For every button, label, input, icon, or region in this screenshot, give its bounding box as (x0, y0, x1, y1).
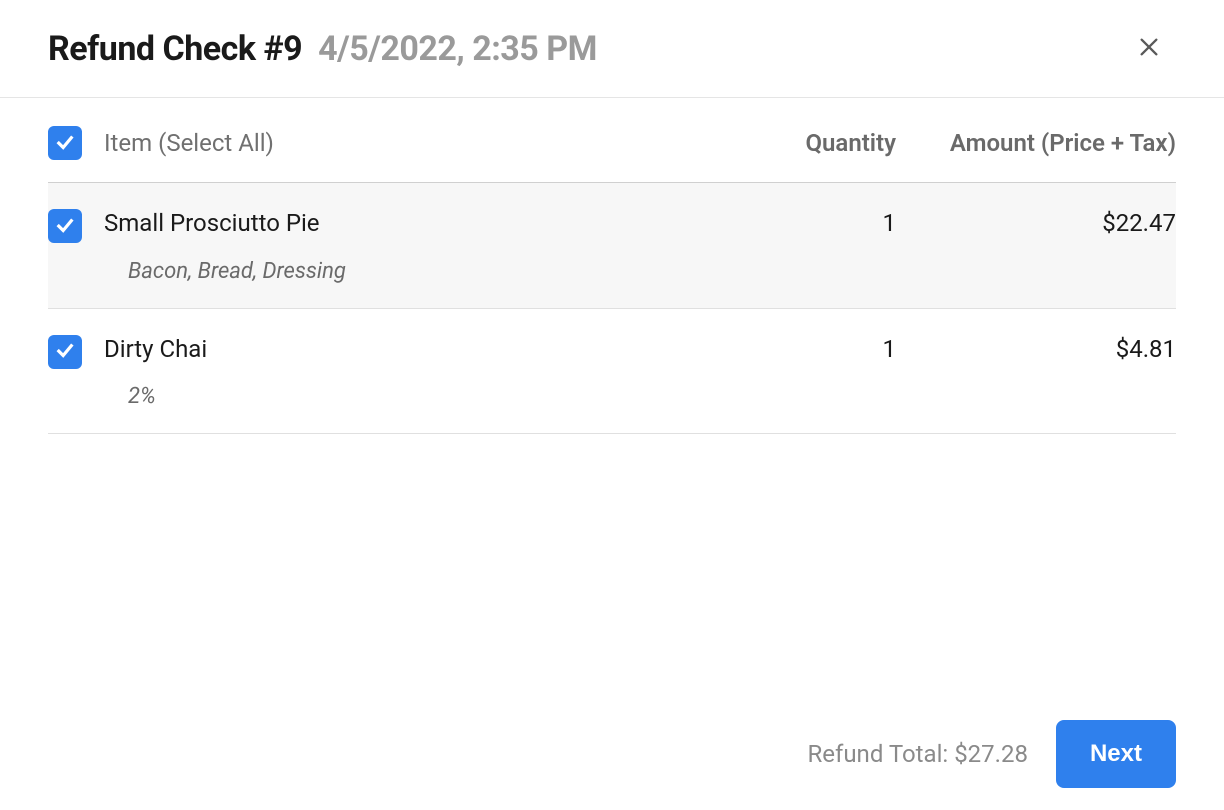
refund-total-value: $27.28 (954, 740, 1028, 768)
column-header-quantity: Quantity (696, 129, 896, 157)
next-button[interactable]: Next (1056, 720, 1176, 788)
refund-total-label: Refund Total: (807, 740, 954, 768)
modal-timestamp: 4/5/2022, 2:35 PM (318, 29, 597, 69)
item-quantity: 1 (696, 207, 896, 237)
row-checkbox[interactable] (48, 209, 82, 243)
table-row: Small Prosciutto Pie Bacon, Bread, Dress… (48, 183, 1176, 309)
check-icon (54, 339, 76, 364)
modal-header: Refund Check #9 4/5/2022, 2:35 PM (0, 0, 1224, 98)
table-row: Dirty Chai 2% 1 $4.81 (48, 309, 1176, 435)
modal-footer: Refund Total: $27.28 Next (0, 698, 1224, 810)
row-checkbox[interactable] (48, 335, 82, 369)
item-amount: $22.47 (896, 207, 1176, 237)
table-header: Item (Select All) Quantity Amount (Price… (48, 98, 1176, 183)
item-name: Small Prosciutto Pie (104, 207, 696, 241)
column-header-item: Item (Select All) (104, 129, 696, 157)
refund-total: Refund Total: $27.28 (807, 740, 1028, 768)
item-modifiers: 2% (128, 384, 696, 409)
close-icon (1138, 36, 1160, 61)
modal-title: Refund Check #9 (48, 29, 302, 69)
item-amount: $4.81 (896, 333, 1176, 363)
item-name: Dirty Chai (104, 333, 696, 367)
check-icon (54, 131, 76, 156)
check-icon (54, 214, 76, 239)
close-button[interactable] (1130, 28, 1168, 69)
item-quantity: 1 (696, 333, 896, 363)
item-modifiers: Bacon, Bread, Dressing (128, 259, 696, 284)
header-title-wrap: Refund Check #9 4/5/2022, 2:35 PM (48, 29, 597, 69)
refund-table: Item (Select All) Quantity Amount (Price… (0, 98, 1224, 434)
column-header-amount: Amount (Price + Tax) (896, 129, 1176, 157)
select-all-checkbox[interactable] (48, 126, 82, 160)
